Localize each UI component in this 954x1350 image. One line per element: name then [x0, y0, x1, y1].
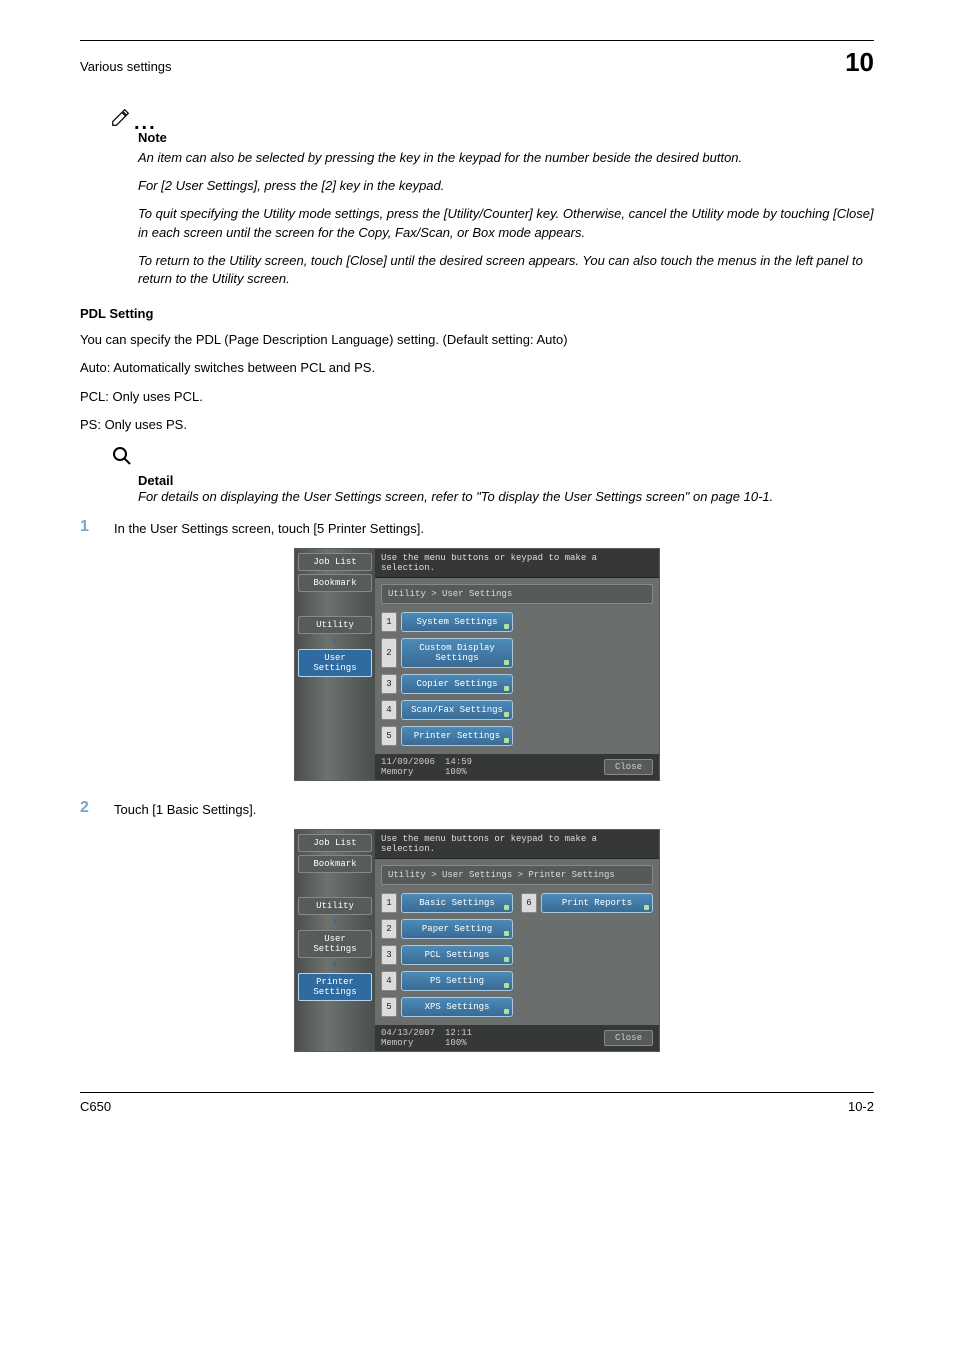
breadcrumb: Utility > User Settings	[381, 584, 653, 604]
tab-user-settings[interactable]: User Settings	[298, 930, 372, 958]
tab-utility[interactable]: Utility	[298, 897, 372, 915]
step-number: 1	[80, 518, 114, 538]
note-text: For [2 User Settings], press the [2] key…	[138, 177, 874, 195]
menu-number: 3	[381, 945, 397, 965]
close-button[interactable]: Close	[604, 1030, 653, 1046]
status-memory-label: Memory	[381, 1038, 435, 1048]
chapter-number: 10	[845, 47, 874, 78]
note-block: ... Note An item can also be selected by…	[110, 106, 874, 288]
status-memory-label: Memory	[381, 767, 435, 777]
magnifier-icon	[110, 444, 134, 468]
step-text: Touch [1 Basic Settings].	[114, 799, 256, 819]
status-date: 04/13/2007	[381, 1028, 435, 1038]
section-title: Various settings	[80, 59, 172, 74]
note-text: To return to the Utility screen, touch […	[138, 252, 874, 288]
detail-text: For details on displaying the User Setti…	[138, 488, 874, 506]
menu-number: 4	[381, 971, 397, 991]
ellipsis-icon: ...	[134, 118, 157, 128]
menu-number: 3	[381, 674, 397, 694]
menu-system-settings[interactable]: System Settings	[401, 612, 513, 632]
menu-number: 4	[381, 700, 397, 720]
close-button[interactable]: Close	[604, 759, 653, 775]
menu-basic-settings[interactable]: Basic Settings	[401, 893, 513, 913]
footer-page: 10-2	[848, 1099, 874, 1114]
status-time: 12:11	[445, 1028, 472, 1038]
status-date: 11/09/2006	[381, 757, 435, 767]
tab-job-list[interactable]: Job List	[298, 553, 372, 571]
tab-printer-settings[interactable]: Printer Settings	[298, 973, 372, 1001]
menu-number: 1	[381, 612, 397, 632]
status-time: 14:59	[445, 757, 472, 767]
menu-copier-settings[interactable]: Copier Settings	[401, 674, 513, 694]
menu-print-reports[interactable]: Print Reports	[541, 893, 653, 913]
detail-label: Detail	[138, 473, 874, 488]
note-text: To quit specifying the Utility mode sett…	[138, 205, 874, 241]
menu-pcl-settings[interactable]: PCL Settings	[401, 945, 513, 965]
menu-number: 1	[381, 893, 397, 913]
menu-number: 6	[521, 893, 537, 913]
menu-printer-settings[interactable]: Printer Settings	[401, 726, 513, 746]
instruction-text: Use the menu buttons or keypad to make a…	[375, 830, 659, 859]
menu-custom-display-settings[interactable]: Custom Display Settings	[401, 638, 513, 668]
menu-ps-setting[interactable]: PS Setting	[401, 971, 513, 991]
detail-block: Detail For details on displaying the Use…	[110, 444, 874, 506]
status-memory-value: 100%	[445, 1038, 472, 1048]
tab-utility[interactable]: Utility	[298, 616, 372, 634]
body-text: Auto: Automatically switches between PCL…	[80, 359, 874, 377]
step-number: 2	[80, 799, 114, 819]
body-text: You can specify the PDL (Page Descriptio…	[80, 331, 874, 349]
note-label: Note	[138, 130, 874, 145]
note-text: An item can also be selected by pressing…	[138, 149, 874, 167]
menu-number: 2	[381, 919, 397, 939]
screenshot-printer-settings: Job List Bookmark Utility ▼ User Setting…	[294, 829, 660, 1052]
menu-number: 5	[381, 726, 397, 746]
tab-bookmark[interactable]: Bookmark	[298, 855, 372, 873]
instruction-text: Use the menu buttons or keypad to make a…	[375, 549, 659, 578]
footer-model: C650	[80, 1099, 111, 1114]
breadcrumb: Utility > User Settings > Printer Settin…	[381, 865, 653, 885]
menu-paper-setting[interactable]: Paper Setting	[401, 919, 513, 939]
chevron-down-icon: ▼	[298, 961, 372, 970]
pdl-heading: PDL Setting	[80, 306, 874, 321]
tab-bookmark[interactable]: Bookmark	[298, 574, 372, 592]
menu-number: 2	[381, 638, 397, 668]
chevron-down-icon: ▼	[298, 637, 372, 646]
menu-xps-settings[interactable]: XPS Settings	[401, 997, 513, 1017]
tab-user-settings[interactable]: User Settings	[298, 649, 372, 677]
step-text: In the User Settings screen, touch [5 Pr…	[114, 518, 424, 538]
menu-number: 5	[381, 997, 397, 1017]
menu-scan-fax-settings[interactable]: Scan/Fax Settings	[401, 700, 513, 720]
screenshot-user-settings: Job List Bookmark Utility ▼ User Setting…	[294, 548, 660, 781]
pen-icon	[110, 106, 132, 128]
body-text: PS: Only uses PS.	[80, 416, 874, 434]
chevron-down-icon: ▼	[298, 918, 372, 927]
status-memory-value: 100%	[445, 767, 472, 777]
body-text: PCL: Only uses PCL.	[80, 388, 874, 406]
tab-job-list[interactable]: Job List	[298, 834, 372, 852]
